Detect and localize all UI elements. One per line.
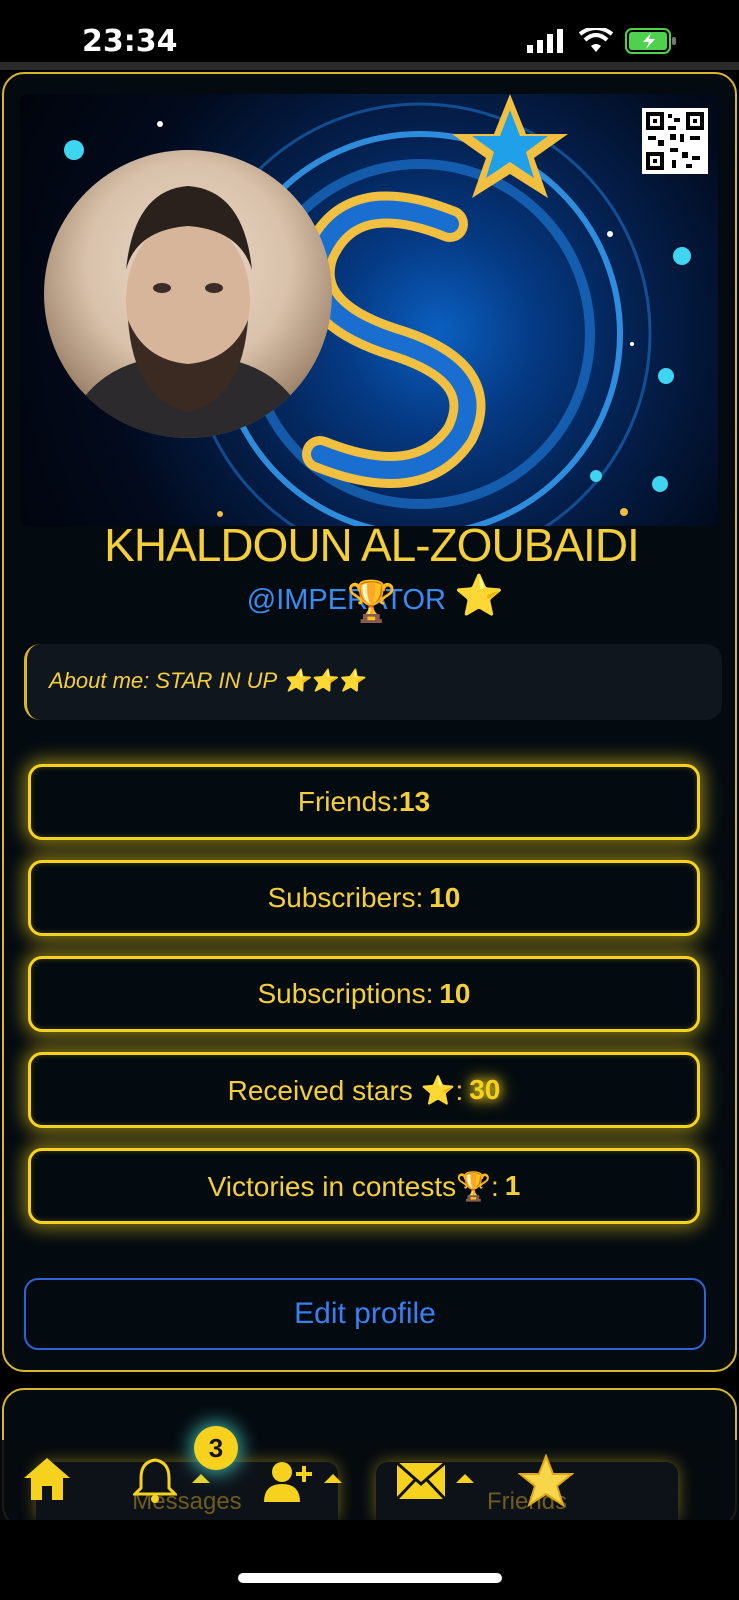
avatar-portrait	[64, 186, 312, 438]
victories-count: 1	[504, 1170, 521, 1201]
received-stars-count: 30	[469, 1074, 501, 1105]
friends-count: 13	[399, 786, 431, 817]
victories-stat[interactable]: Victories in contests🏆: 1	[28, 1148, 700, 1224]
received-stars-stat[interactable]: Received stars ⭐: 30	[28, 1052, 700, 1128]
home-icon[interactable]	[22, 1456, 72, 1502]
received-stars-label: Received stars ⭐:	[227, 1074, 464, 1106]
subscribers-stat[interactable]: Subscribers: 10	[28, 860, 700, 936]
add-user-icon[interactable]	[264, 1460, 314, 1504]
add-user-caret-icon	[324, 1474, 342, 1483]
bottom-safe-area	[0, 1520, 739, 1600]
status-divider	[0, 62, 739, 70]
status-icons	[527, 28, 677, 54]
mail-icon[interactable]	[396, 1462, 446, 1500]
friends-stat[interactable]: Friends: 13	[28, 764, 700, 840]
status-time: 23:34	[82, 24, 178, 59]
subscriptions-stat[interactable]: Subscriptions: 10	[28, 956, 700, 1032]
subscriptions-count: 10	[439, 978, 471, 1009]
star-icon[interactable]	[518, 1454, 574, 1508]
profile-banner	[20, 94, 718, 526]
subscriptions-label: Subscriptions:	[257, 978, 434, 1009]
about-text: About me: STAR IN UP ⭐⭐⭐	[49, 668, 365, 693]
signal-icon	[527, 29, 563, 53]
edit-profile-button[interactable]: Edit profile	[24, 1278, 706, 1350]
notification-badge: 3	[194, 1426, 238, 1470]
profile-card: KHALDOUN AL-ZOUBAIDI @IMPERATOR ⭐ 🏆 Abou…	[2, 72, 737, 1372]
bell-icon[interactable]	[133, 1456, 177, 1504]
mail-caret-icon	[456, 1474, 474, 1483]
bottom-nav: Messages Friends	[0, 1440, 739, 1520]
wifi-icon	[579, 28, 613, 52]
trophy-icon: 🏆	[346, 580, 397, 624]
friends-label: Friends:	[297, 786, 399, 817]
about-section: About me: STAR IN UP ⭐⭐⭐	[24, 644, 722, 720]
avatar[interactable]	[44, 150, 332, 438]
qr-code[interactable]	[642, 108, 708, 174]
subscribers-label: Subscribers:	[267, 882, 424, 913]
profile-name: KHALDOUN AL-ZOUBAIDI	[104, 519, 640, 571]
victories-label: Victories in contests🏆:	[207, 1170, 499, 1202]
subscribers-count: 10	[429, 882, 461, 913]
status-bar: 23:34	[0, 0, 739, 62]
bell-caret-icon	[192, 1474, 210, 1483]
home-indicator[interactable]	[238, 1573, 502, 1583]
battery-charging-icon	[625, 28, 676, 54]
